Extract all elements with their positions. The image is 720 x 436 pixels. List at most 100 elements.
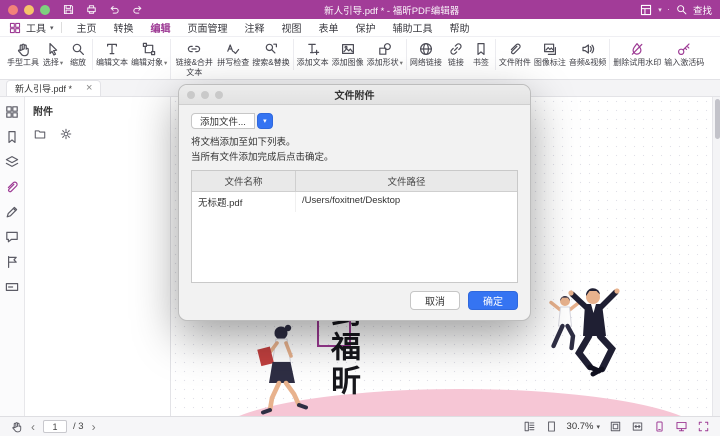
window-close-button[interactable] bbox=[8, 5, 18, 15]
next-page-button[interactable]: › bbox=[90, 421, 98, 433]
menu-tab-1[interactable]: 主页 bbox=[69, 19, 105, 36]
rail-layers-button[interactable] bbox=[3, 153, 21, 171]
ribbon-button-label: 搜索&替换 bbox=[252, 58, 289, 68]
rail-page-thumbnails-button[interactable] bbox=[3, 103, 21, 121]
presentation-icon[interactable] bbox=[675, 420, 688, 433]
cancel-button[interactable]: 取消 bbox=[410, 291, 460, 310]
menu-tab-8[interactable]: 保护 bbox=[348, 19, 384, 36]
mobile-view-icon[interactable] bbox=[653, 420, 666, 433]
rail-attachments-button[interactable] bbox=[3, 178, 21, 196]
layout-dropdown-caret-icon[interactable]: ▾ bbox=[658, 6, 662, 14]
quick-access-toolbar bbox=[62, 3, 144, 16]
jumping-man-illustration bbox=[557, 283, 635, 395]
search-icon[interactable] bbox=[675, 3, 688, 16]
ribbon-button-zoom[interactable]: 缩放 bbox=[66, 39, 90, 70]
ribbon-button-labelrow: 编辑文本 bbox=[96, 58, 128, 68]
document-tab[interactable]: 新人引导.pdf * × bbox=[6, 80, 101, 96]
fit-width-icon[interactable] bbox=[631, 420, 644, 433]
ribbon-button-activation-key[interactable]: 输入激活码 bbox=[663, 39, 705, 70]
attachment-row[interactable]: 无标题.pdf/Users/foxitnet/Desktop bbox=[192, 192, 517, 212]
dialog-titlebar[interactable]: 文件附件 bbox=[179, 85, 530, 105]
ribbon-button-link-merge-text[interactable]: 链接&合并文本 bbox=[173, 39, 215, 79]
menu-tab-5[interactable]: 注释 bbox=[237, 19, 273, 36]
edit-text-icon bbox=[104, 41, 120, 57]
ribbon-button-labelrow: 书签 bbox=[473, 58, 489, 68]
rail-signature-button[interactable] bbox=[3, 203, 21, 221]
menu-tab-3[interactable]: 编辑 bbox=[143, 19, 179, 36]
add-file-dropdown-button[interactable]: ▾ bbox=[257, 113, 273, 129]
attachments-panel-toolbar bbox=[33, 127, 162, 141]
thumbnail-list-icon[interactable] bbox=[523, 420, 536, 433]
hand-tool-icon[interactable] bbox=[10, 420, 23, 433]
rail-comments-button[interactable] bbox=[3, 228, 21, 246]
ribbon-button-search-replace[interactable]: 搜索&替换 bbox=[251, 39, 290, 70]
ribbon-button-remove-watermark[interactable]: 删除试用水印 bbox=[612, 39, 662, 70]
layers-icon bbox=[4, 154, 20, 170]
ribbon-button-web-link[interactable]: 网络链接 bbox=[409, 39, 443, 70]
scrollbar-thumb[interactable] bbox=[715, 99, 720, 139]
rail-form-fields-button[interactable] bbox=[3, 278, 21, 296]
ribbon-button-link[interactable]: 链接 bbox=[444, 39, 468, 70]
ribbon-button-add-text[interactable]: 添加文本 bbox=[296, 39, 330, 70]
menu-tab-6[interactable]: 视图 bbox=[274, 19, 310, 36]
vertical-scrollbar[interactable] bbox=[712, 97, 720, 416]
dialog-close-button[interactable] bbox=[187, 91, 195, 99]
column-header-file-name[interactable]: 文件名称 bbox=[192, 171, 296, 191]
zoom-control[interactable]: 30.7%▾ bbox=[567, 421, 600, 432]
ribbon-button-spell-check[interactable]: 拼写检查 bbox=[216, 39, 250, 70]
ribbon-button-edit-text[interactable]: 编辑文本 bbox=[95, 39, 129, 70]
ribbon-button-add-image[interactable]: 添加图像 bbox=[331, 39, 365, 70]
rail-destinations-button[interactable] bbox=[3, 253, 21, 271]
dialog-traffic-lights bbox=[187, 91, 223, 99]
open-attachment-icon[interactable] bbox=[33, 127, 47, 141]
ribbon-button-labelrow: 手型工具 bbox=[7, 58, 39, 68]
comments-icon bbox=[4, 229, 20, 245]
ribbon-button-add-shape[interactable]: 添加形状▾ bbox=[366, 39, 404, 70]
menu-tab-4[interactable]: 页面管理 bbox=[180, 19, 236, 36]
menu-tab-2[interactable]: 转换 bbox=[106, 19, 142, 36]
attachment-settings-icon[interactable] bbox=[59, 127, 73, 141]
add-file-button[interactable]: 添加文件... bbox=[191, 113, 255, 129]
find-label[interactable]: 查找 bbox=[693, 3, 712, 17]
prev-page-button[interactable]: ‹ bbox=[29, 421, 37, 433]
fullscreen-icon[interactable] bbox=[697, 420, 710, 433]
ribbon-button-file-attachment[interactable]: 文件附件 bbox=[498, 39, 532, 70]
tools-menu-button[interactable]: 工具 ▾ bbox=[8, 20, 54, 35]
save-icon[interactable] bbox=[62, 3, 75, 16]
window-minimize-button[interactable] bbox=[24, 5, 34, 15]
ribbon-button-image-annotation[interactable]: 图像标注 bbox=[533, 39, 567, 70]
menu-tab-7[interactable]: 表单 bbox=[311, 19, 347, 36]
ok-button[interactable]: 确定 bbox=[468, 291, 518, 310]
dialog-minimize-button[interactable] bbox=[201, 91, 209, 99]
ribbon-group: 网络链接链接书签 bbox=[406, 39, 495, 70]
ribbon-button-audio-video[interactable]: 音频&视频 bbox=[568, 39, 607, 70]
ribbon-button-label: 选择 bbox=[43, 58, 59, 68]
ribbon-button-label: 手型工具 bbox=[7, 58, 39, 68]
ribbon-button-hand-tool[interactable]: 手型工具 bbox=[6, 39, 40, 70]
ribbon-button-select-cursor[interactable]: 选择▾ bbox=[41, 39, 65, 70]
fit-page-icon[interactable] bbox=[609, 420, 622, 433]
redo-icon[interactable] bbox=[131, 3, 144, 16]
ribbon-button-label: 书签 bbox=[473, 58, 489, 68]
dialog-instruction-1: 将文档添加至如下列表。 bbox=[191, 136, 518, 151]
ribbon-button-labelrow: 编辑对象▾ bbox=[131, 58, 167, 68]
column-header-file-path[interactable]: 文件路径 bbox=[296, 171, 517, 191]
hand-tool-icon bbox=[15, 41, 31, 57]
ribbon-button-labelrow: 输入激活码 bbox=[664, 58, 704, 68]
ribbon-button-label: 缩放 bbox=[70, 58, 86, 68]
ribbon-button-edit-object[interactable]: 编辑对象▾ bbox=[130, 39, 168, 70]
undo-icon[interactable] bbox=[108, 3, 121, 16]
menu-tab-9[interactable]: 辅助工具 bbox=[385, 19, 441, 36]
page-number-input[interactable]: 1 bbox=[43, 420, 67, 433]
ribbon-button-bookmark[interactable]: 书签 bbox=[469, 39, 493, 70]
rail-bookmarks-button[interactable] bbox=[3, 128, 21, 146]
menubar: 工具 ▾ 主页转换编辑页面管理注释视图表单保护辅助工具帮助 bbox=[0, 19, 720, 37]
menu-tab-10[interactable]: 帮助 bbox=[442, 19, 478, 36]
close-tab-icon[interactable]: × bbox=[86, 83, 92, 94]
window-zoom-button[interactable] bbox=[40, 5, 50, 15]
single-page-icon[interactable] bbox=[545, 420, 558, 433]
layout-icon[interactable] bbox=[639, 3, 653, 17]
dialog-zoom-button[interactable] bbox=[215, 91, 223, 99]
print-icon[interactable] bbox=[85, 3, 98, 16]
add-image-icon bbox=[340, 41, 356, 57]
